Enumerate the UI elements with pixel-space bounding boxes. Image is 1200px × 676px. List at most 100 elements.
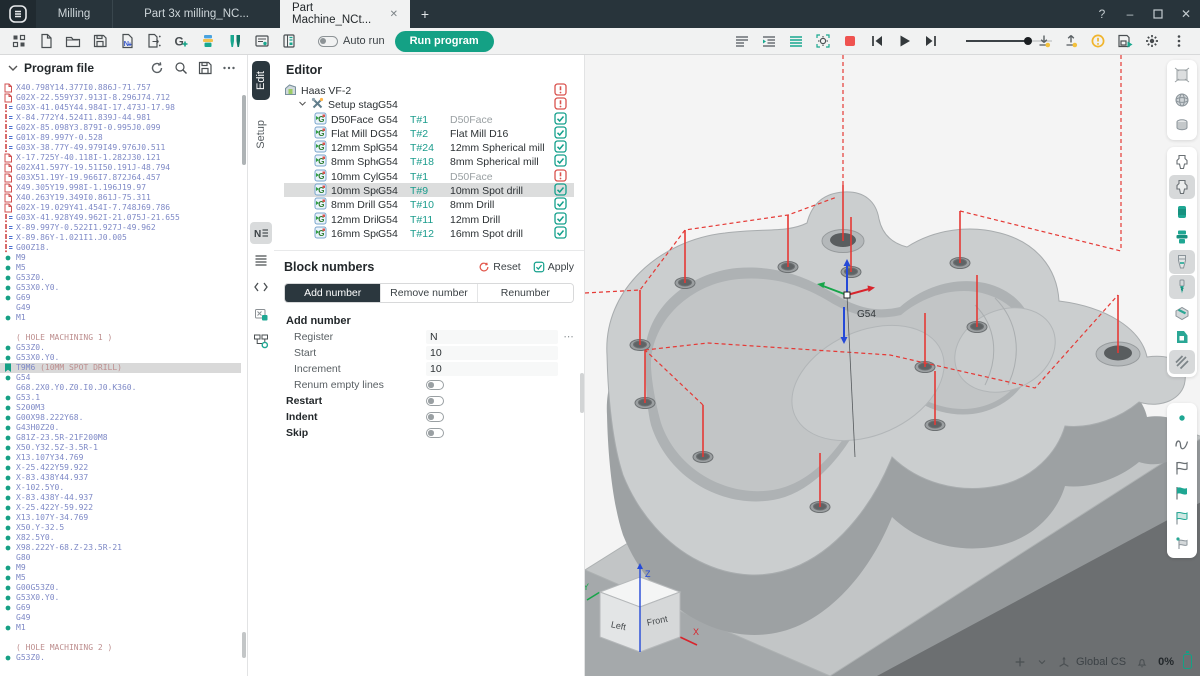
maximize-button[interactable] — [1144, 0, 1172, 28]
bell-icon[interactable] — [1135, 655, 1149, 669]
gcode-line[interactable]: G03X-38.77Y-49.979I49.976J0.511 — [0, 143, 241, 153]
field-value[interactable]: N — [426, 330, 558, 344]
gcode-line[interactable]: M5 — [0, 573, 241, 583]
download-badge-icon[interactable] — [1030, 29, 1057, 53]
editor-scrollbar[interactable] — [580, 373, 584, 413]
more-icon[interactable] — [219, 58, 239, 78]
gcode-line[interactable]: G03X-41.928Y49.962I-21.075J-21.655 — [0, 213, 241, 223]
tree-row-tool[interactable]: G16mm Spot DrillG54T#1216mm Spot drill — [284, 226, 574, 240]
drill-bit-icon[interactable] — [1169, 275, 1195, 299]
tab-edit[interactable]: Edit — [252, 61, 270, 100]
gcode-line[interactable]: G02X-85.098Y3.879I-0.995J0.099 — [0, 123, 241, 133]
save-icon[interactable] — [195, 58, 215, 78]
tree-row-setup[interactable]: Setup stage 1G54 — [284, 97, 574, 111]
more-options-icon[interactable]: ⋯ — [558, 331, 574, 343]
gcode-line[interactable]: X13.107Y34.769 — [0, 453, 241, 463]
tool-stack-icon[interactable] — [194, 29, 221, 53]
gcode-line[interactable]: G68.2X0.Y0.Z0.I0.J0.K360. — [0, 383, 241, 393]
export-file-icon[interactable] — [140, 29, 167, 53]
settings-gear-icon[interactable] — [1138, 29, 1165, 53]
holder-solid-icon[interactable] — [1169, 175, 1195, 199]
bn-tab-renumber[interactable]: Renumber — [478, 284, 573, 302]
tool-tip-icon[interactable] — [1169, 250, 1195, 274]
control-panel-icon[interactable] — [248, 29, 275, 53]
gcode-add-icon[interactable]: G — [167, 29, 194, 53]
trace-point-icon[interactable] — [1169, 406, 1195, 430]
gcode-line[interactable]: G81Z-23.5R-21F200M8 — [0, 433, 241, 443]
toggle-switch[interactable] — [426, 412, 444, 422]
gcode-line[interactable]: T9M6 (10MM SPOT DRILL) — [0, 363, 241, 373]
close-tab-icon[interactable]: ✕ — [390, 9, 398, 20]
frame-select-icon[interactable] — [250, 303, 272, 325]
gcode-line[interactable]: M1 — [0, 313, 241, 323]
open-folder-icon[interactable] — [59, 29, 86, 53]
gcode-line[interactable]: G53Z0. — [0, 343, 241, 353]
gcode-line[interactable]: M9 — [0, 253, 241, 263]
nc-file-icon[interactable]: N — [113, 29, 140, 53]
field-value[interactable]: 10 — [426, 346, 558, 360]
bn-tab-add-number[interactable]: Add number — [285, 284, 381, 302]
toggle-switch[interactable] — [426, 396, 444, 406]
viewport-3d[interactable]: G54 Y X Z Left Front — [585, 55, 1200, 676]
gcode-line[interactable]: X-84.772Y4.524I1.839J-44.981 — [0, 113, 241, 123]
gcode-line[interactable]: G43H0Z20. — [0, 423, 241, 433]
list-icon[interactable] — [250, 249, 272, 271]
gcode-line[interactable]: G69 — [0, 293, 241, 303]
program-scrollbar[interactable] — [242, 95, 246, 165]
gcode-line[interactable]: X13.107Y-34.769 — [0, 513, 241, 523]
program-scrollbar-thumb[interactable] — [242, 632, 246, 658]
tree-row-tool[interactable]: G12mm DrillG54T#1112mm Drill — [284, 212, 574, 226]
align-list-icon[interactable] — [728, 29, 755, 53]
close-window-button[interactable]: ✕ — [1172, 0, 1200, 28]
flow-icon[interactable] — [250, 330, 272, 352]
gcode-line[interactable]: X40.263Y19.349I0.861J-75.311 — [0, 193, 241, 203]
gcode-line[interactable]: G49 — [0, 613, 241, 623]
gcode-line[interactable]: G02X-22.559Y37.913I-8.296J74.712 — [0, 93, 241, 103]
gcode-line[interactable]: G03X51.19Y-19.966I7.872J64.457 — [0, 173, 241, 183]
gcode-line[interactable]: G80 — [0, 553, 241, 563]
save-icon[interactable] — [86, 29, 113, 53]
chevron-down-icon[interactable] — [298, 99, 307, 111]
gcode-line[interactable]: X40.798Y14.377I0.886J-71.757 — [0, 83, 241, 93]
tools-pair-icon[interactable] — [221, 29, 248, 53]
upload-badge-icon[interactable] — [1057, 29, 1084, 53]
gcode-line[interactable] — [0, 323, 241, 333]
gcode-line[interactable] — [0, 633, 241, 643]
gcode-line[interactable]: G01X-89.997Y-0.528 — [0, 133, 241, 143]
tab-part-3x-milling[interactable]: Part 3x milling_NC... — [112, 0, 280, 28]
refresh-icon[interactable] — [147, 58, 167, 78]
stock-cylinder-icon[interactable] — [1169, 113, 1195, 137]
tool-assembly-icon[interactable] — [1169, 225, 1195, 249]
search-icon[interactable] — [171, 58, 191, 78]
collapse-chevron-icon[interactable] — [8, 63, 18, 73]
gcode-line[interactable]: G54 — [0, 373, 241, 383]
tree-row-tool[interactable]: G12mm Spherical MillG54T#2412mm Spherica… — [284, 140, 574, 154]
server-panel-icon[interactable] — [275, 29, 302, 53]
gcode-line[interactable]: M9 — [0, 563, 241, 573]
gcode-line[interactable]: X50.Y32.5Z-3.5R-1 — [0, 443, 241, 453]
flag-outline-icon[interactable] — [1169, 456, 1195, 480]
tree-row-machine[interactable]: Haas VF-2 — [284, 83, 574, 97]
toggle-switch[interactable] — [426, 380, 444, 390]
material-hatch-icon[interactable] — [1169, 350, 1195, 374]
coordinate-system-selector[interactable]: Global CS — [1057, 655, 1126, 669]
gcode-line[interactable]: G53Z0. — [0, 653, 241, 663]
gcode-line[interactable]: G69 — [0, 603, 241, 613]
speed-slider[interactable] — [966, 40, 1028, 42]
gcode-line[interactable]: X-83.438Y44.937 — [0, 473, 241, 483]
gcode-line[interactable]: X49.305Y19.998I-1.196J19.97 — [0, 183, 241, 193]
play-icon[interactable] — [890, 29, 917, 53]
tree-row-tool[interactable]: GFlat Mill D16G54T#2Flat Mill D16 — [284, 126, 574, 140]
gcode-line[interactable]: G02X41.597Y-19.51I50.191J-48.794 — [0, 163, 241, 173]
align-indent-icon[interactable] — [755, 29, 782, 53]
block-numbers-icon[interactable]: N — [250, 222, 272, 244]
reset-button[interactable]: Reset — [478, 261, 520, 273]
tree-row-tool[interactable]: GD50FaceG54T#1D50Face — [284, 112, 574, 126]
save-run-icon[interactable] — [1111, 29, 1138, 53]
gcode-line[interactable]: X98.222Y-68.Z-23.5R-21 — [0, 543, 241, 553]
check-status-icon[interactable] — [554, 226, 574, 242]
minimize-button[interactable]: – — [1116, 0, 1144, 28]
trace-curve-icon[interactable] — [1169, 431, 1195, 455]
gcode-line[interactable]: X-17.725Y-40.118I-1.282J30.121 — [0, 153, 241, 163]
gcode-line[interactable]: X82.5Y0. — [0, 533, 241, 543]
